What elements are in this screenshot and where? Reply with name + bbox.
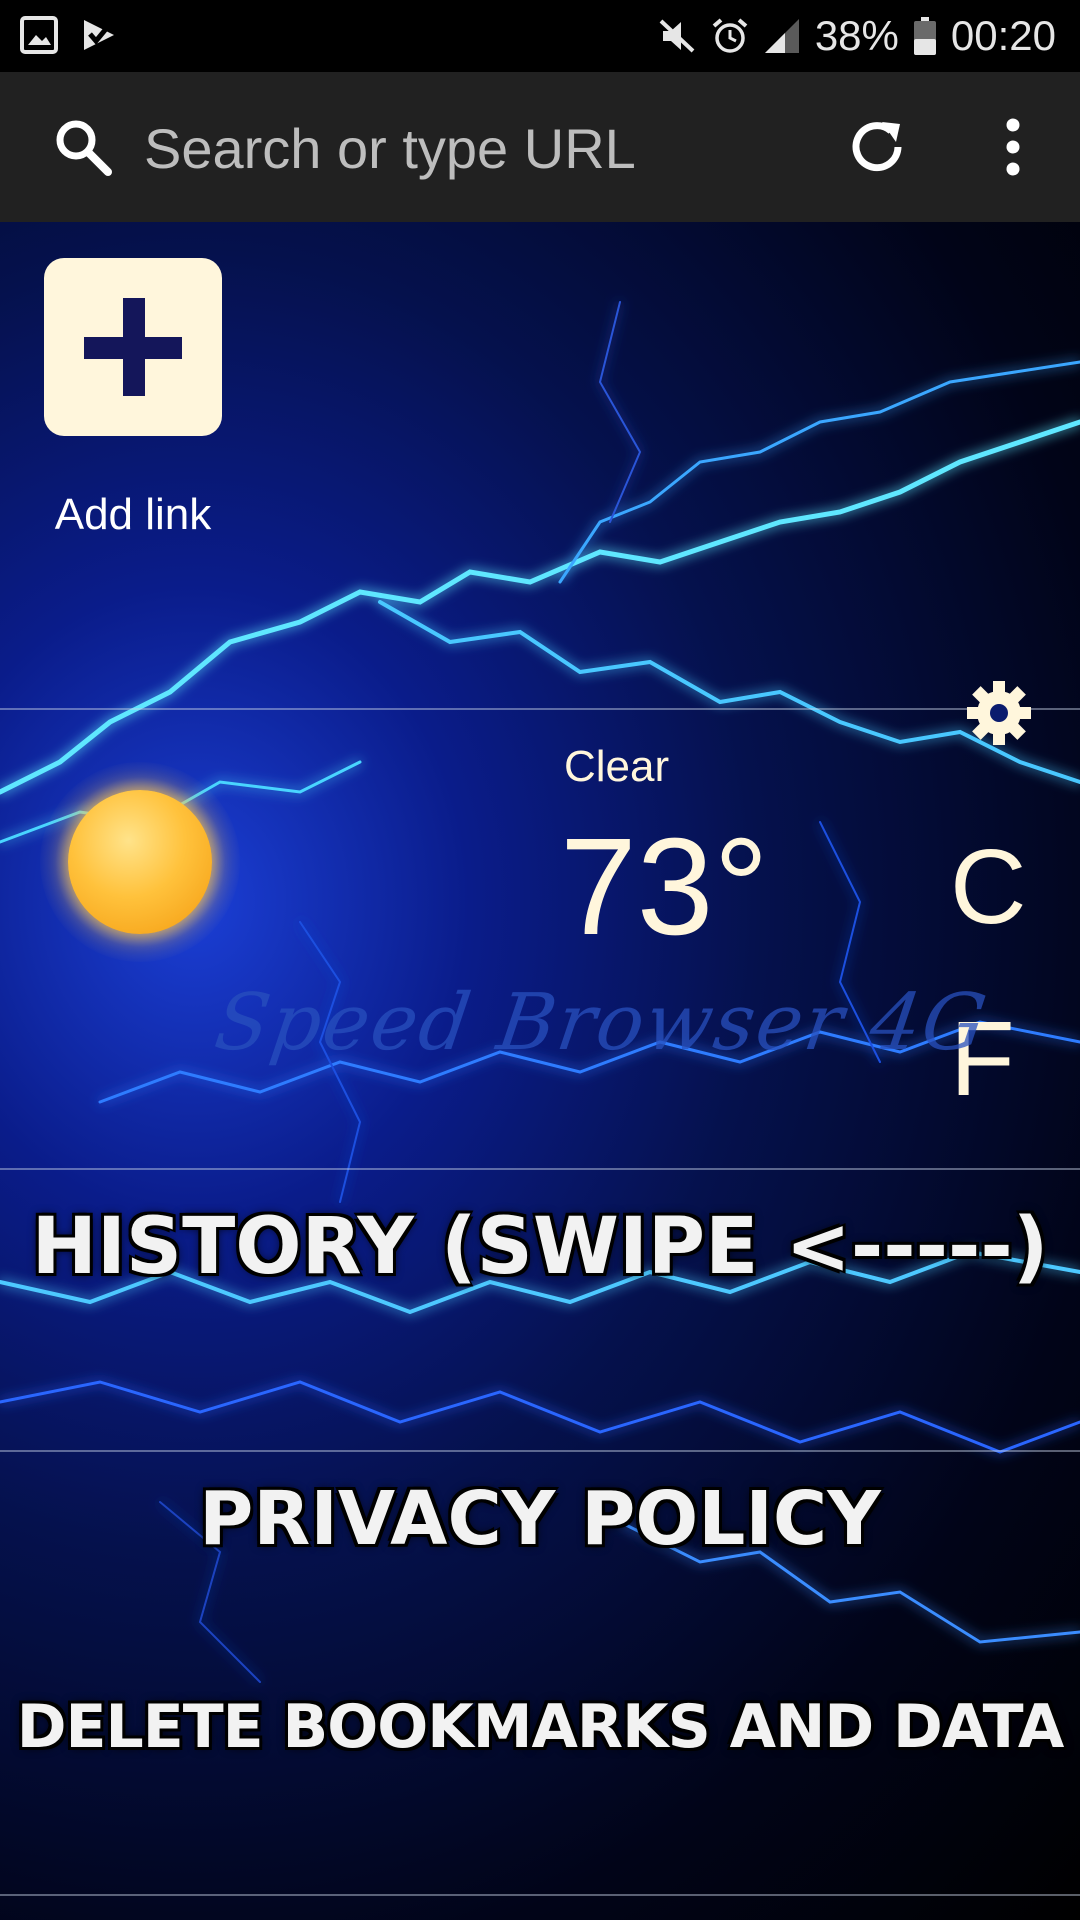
celsius-toggle[interactable]: C	[950, 834, 1027, 940]
privacy-policy-button[interactable]: PRIVACY POLICY	[0, 1476, 1080, 1562]
search-icon[interactable]	[52, 116, 114, 178]
status-bar: 38% 00:20	[0, 0, 1080, 72]
gear-icon[interactable]	[964, 678, 1034, 748]
reload-icon[interactable]	[842, 112, 912, 182]
temperature-value: 73°	[560, 810, 769, 964]
signal-icon	[763, 17, 801, 55]
mute-icon	[659, 17, 697, 55]
lightning-background	[0, 301, 1080, 1683]
delete-bookmarks-button[interactable]: DELETE BOOKMARKS AND DATA	[0, 1692, 1080, 1762]
task-notification-icon	[80, 16, 118, 54]
add-link-label: Add link	[54, 490, 212, 539]
browser-toolbar	[0, 72, 1080, 222]
gallery-notification-icon	[20, 16, 58, 54]
clock: 00:20	[950, 12, 1056, 59]
divider	[0, 1168, 1080, 1170]
divider	[0, 708, 1080, 710]
start-page: Add link Clear 73° C F Speed Browser 4G …	[0, 222, 1080, 1920]
alarm-icon	[711, 17, 749, 55]
plus-icon-bar	[84, 337, 182, 359]
battery-icon	[913, 17, 937, 55]
battery-percent: 38%	[814, 12, 899, 59]
overflow-menu-icon[interactable]	[990, 112, 1036, 182]
sun-core	[68, 790, 212, 934]
brand-watermark: Speed Browser 4G	[209, 978, 994, 1068]
history-button[interactable]: HISTORY (SWIPE <-----)	[0, 1202, 1080, 1292]
divider	[0, 1450, 1080, 1452]
divider	[0, 1894, 1080, 1896]
add-link-button[interactable]	[44, 258, 222, 436]
sun-weather-icon	[40, 762, 240, 962]
weather-condition: Clear	[564, 742, 670, 791]
url-search-input[interactable]	[144, 110, 784, 186]
